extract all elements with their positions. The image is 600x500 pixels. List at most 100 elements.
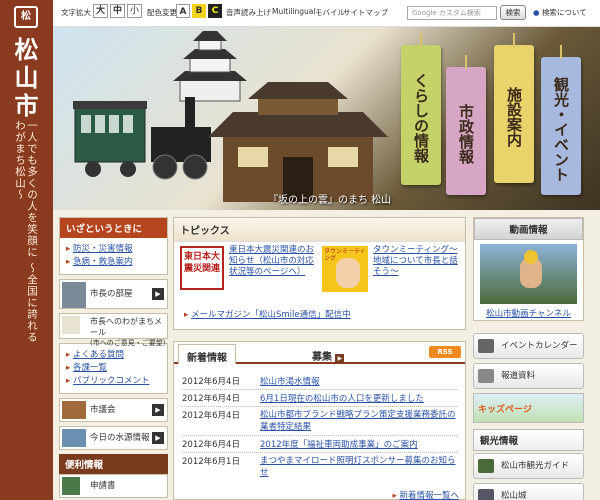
tag-living-info[interactable]: くらしの情報 — [401, 33, 441, 185]
text-size-large-button[interactable]: 大 — [93, 4, 108, 18]
news-title-link[interactable]: 松山市都市ブランド戦略プラン策定支援業務委託の業者特定結果 — [260, 409, 460, 433]
hat-icon — [524, 250, 538, 264]
color-b-button[interactable]: B — [192, 4, 206, 18]
mayor-portrait — [336, 258, 360, 288]
castle-icon — [478, 489, 494, 500]
search-button[interactable]: 検索 — [500, 5, 526, 20]
mobile-link[interactable]: モバイル — [315, 7, 345, 18]
mayor-room-button[interactable]: 市長の部屋 ▶ — [59, 279, 168, 309]
search-about-link[interactable]: ● 検索について — [533, 7, 587, 18]
mayor-mail-label: 市長へのわがまちメール — [90, 317, 162, 337]
tag-tourism-events[interactable]: 観光・イベント — [541, 45, 581, 195]
news-date: 2012年6月4日 — [182, 411, 240, 421]
video-header: 動画情報 — [474, 218, 583, 240]
guide-icon — [478, 459, 494, 473]
news-title-link[interactable]: 6月1日現在の松山市の人口を更新しました — [260, 392, 460, 404]
water-label: 今日の水源情報 — [90, 433, 150, 443]
press-release-button[interactable]: 報道資料 — [473, 363, 584, 389]
city-name-logo[interactable]: 松山市 — [8, 36, 45, 120]
news-title-link[interactable]: 2012年度「福祉車両助成事業」のご案内 — [260, 438, 460, 450]
tourism-header: 観光情報 — [473, 429, 584, 451]
sitemap-link[interactable]: サイトマップ — [343, 7, 388, 18]
camera-icon — [478, 369, 494, 383]
mayor-mail-button[interactable]: 市長へのわがまちメール (市へのご意見・ご要望) — [59, 313, 168, 347]
tag-city-administration[interactable]: 市政情報 — [446, 55, 486, 195]
water-photo — [62, 429, 86, 447]
arrow-right-icon: ▶ — [152, 404, 164, 416]
town-meeting-banner[interactable]: タウンミーティング — [322, 246, 368, 292]
mayor-mail-sublabel: (市へのご意見・ご要望) — [90, 339, 166, 347]
dogo-onsen-illustration — [208, 82, 388, 202]
public-comment-link[interactable]: パブリックコメント — [73, 376, 150, 386]
mayor-photo — [62, 282, 86, 308]
castle-label: 松山城 — [501, 491, 527, 500]
matsuyama-castle-button[interactable]: 松山城 — [473, 483, 584, 500]
departments-link[interactable]: 各課一覧 — [73, 363, 107, 373]
earthquake-banner[interactable]: 東日本大震災関連 — [180, 246, 224, 290]
water-source-button[interactable]: 今日の水源情報 ▶ — [59, 426, 168, 450]
tourism-guide-button[interactable]: 松山市観光ガイド — [473, 453, 584, 479]
text-size-medium-button[interactable]: 中 — [110, 4, 125, 18]
emergency-header: いざというときに — [60, 218, 167, 238]
calendar-icon — [478, 339, 494, 353]
color-change-label: 配色変更 — [147, 8, 177, 17]
search-input[interactable]: Google カスタム検索 — [407, 6, 497, 20]
news-date: 2012年6月4日 — [182, 377, 240, 387]
news-title-link[interactable]: まつやまマイロード照明灯スポンサー募集のお知らせ — [260, 455, 460, 479]
mayor-room-label: 市長の部屋 — [90, 289, 133, 299]
rss-button[interactable]: RSS — [429, 346, 461, 358]
tag-facilities[interactable]: 施設案内 — [494, 33, 534, 183]
news-more-link[interactable]: 新着情報一覧へ — [399, 491, 459, 500]
multilingual-link[interactable]: Multilingual — [272, 7, 315, 16]
faq-link[interactable]: よくある質問 — [73, 350, 124, 360]
event-calendar-label: イベントカレンダー — [501, 341, 578, 351]
convenience-header: 便利情報 — [59, 454, 168, 474]
news-date: 2012年6月4日 — [182, 394, 240, 404]
news-panel: 新着情報 募集 ▶ RSS 2012年6月4日 松山市渇水情報 2012年6月4… — [173, 341, 466, 500]
event-calendar-button[interactable]: イベントカレンダー — [473, 333, 584, 359]
mail-magazine-link[interactable]: メールマガジン「松山Smile通信」配信中 — [191, 310, 351, 320]
brand-sidebar: 松 松山市 一人でも多くの人を笑顔に 〜全国に誇れるわがまち松山〜 — [0, 0, 53, 500]
press-label: 報道資料 — [501, 371, 536, 381]
utility-bar: 文字拡大 大 中 小 配色変更 A B C 音声読み上げ Multilingua… — [53, 0, 600, 27]
color-a-button[interactable]: A — [176, 4, 190, 18]
kids-page-label: キッズページ — [478, 405, 532, 415]
mail-icon — [62, 316, 80, 334]
hero-banner: 『坂の上の雲』のまち 松山 くらしの情報 市政情報 施設案内 観光・イベント — [53, 27, 600, 210]
video-channel-link[interactable]: 松山市動画チャンネル — [486, 309, 571, 319]
topics-panel: トピックス 東日本大震災関連 東日本大震災関連のお知らせ（松山市の対応状況等のペ… — [173, 217, 466, 330]
hero-caption: 『坂の上の雲』のまち 松山 — [268, 195, 392, 206]
video-thumbnail[interactable] — [480, 244, 577, 304]
left-column: いざというときに 防災・災害情報 急病・救急案内 市長の部屋 ▶ 市長へのわがま… — [59, 217, 168, 498]
town-meeting-topic-link[interactable]: タウンミーティング〜地域について市長と話そう〜 — [373, 245, 463, 278]
city-emblem-icon[interactable]: 松 — [14, 6, 38, 28]
application-icon — [62, 477, 80, 495]
earthquake-topic-link[interactable]: 東日本大震災関連のお知らせ（松山市の対応状況等のページへ） — [229, 245, 317, 278]
application-form-button[interactable]: 申請書 — [59, 474, 168, 498]
tourism-guide-label: 松山市観光ガイド — [501, 461, 570, 471]
speech-link[interactable]: 音声読み上げ — [226, 7, 271, 18]
arrow-right-icon: ▶ — [152, 288, 164, 300]
text-size-label: 文字拡大 — [61, 8, 91, 17]
assembly-photo — [62, 401, 86, 419]
arrow-right-icon: ▶ — [152, 432, 164, 444]
color-c-button[interactable]: C — [208, 4, 222, 18]
city-assembly-button[interactable]: 市議会 ▶ — [59, 398, 168, 422]
emergency-medical-link[interactable]: 急病・救急案内 — [73, 257, 133, 267]
assembly-label: 市議会 — [90, 405, 116, 415]
info-links-box: よくある質問 各課一覧 パブリックコメント — [59, 343, 168, 394]
emergency-box: いざというときに 防災・災害情報 急病・救急案内 — [59, 217, 168, 275]
video-box: 動画情報 松山市動画チャンネル — [473, 217, 584, 321]
disaster-info-link[interactable]: 防災・災害情報 — [73, 244, 133, 254]
topics-title: トピックス — [174, 218, 465, 242]
news-more-row: ▸ 新着情報一覧へ — [392, 491, 459, 500]
kids-page-banner[interactable]: キッズページ — [473, 393, 584, 423]
application-label: 申請書 — [90, 481, 116, 491]
town-meeting-banner-label: タウンミーティング — [324, 248, 366, 262]
tab-recruitment-label: 募集 — [312, 352, 332, 363]
tab-recruitment[interactable]: 募集 ▶ — [304, 344, 352, 364]
mail-magazine-row: ▸ メールマガジン「松山Smile通信」配信中 — [184, 310, 351, 320]
news-title-link[interactable]: 松山市渇水情報 — [260, 375, 460, 387]
tab-new-info[interactable]: 新着情報 — [178, 344, 236, 364]
text-size-small-button[interactable]: 小 — [127, 4, 142, 18]
